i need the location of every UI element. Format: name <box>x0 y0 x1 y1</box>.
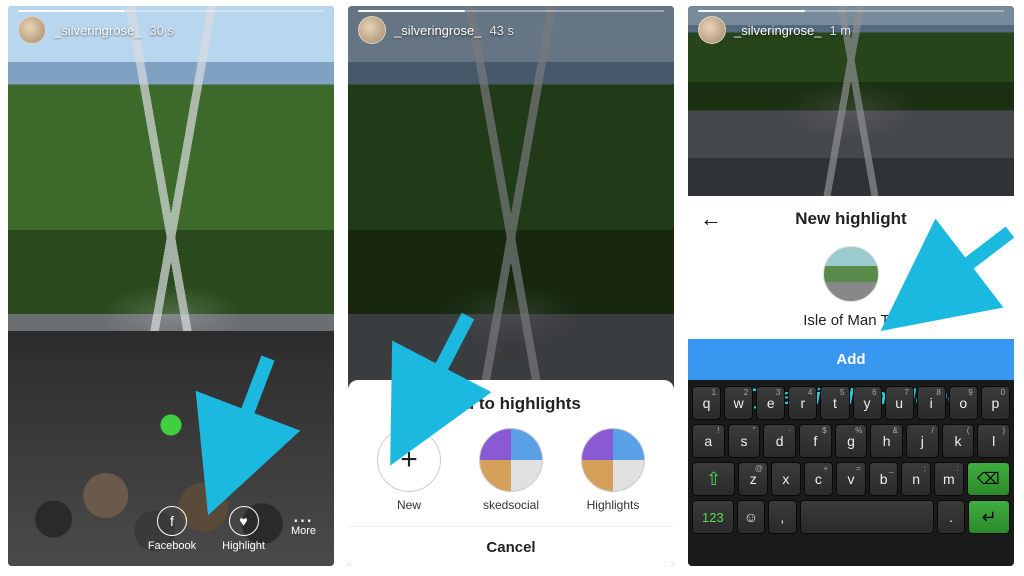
highlight-label: Highlight <box>222 540 265 552</box>
facebook-icon: f <box>157 506 187 536</box>
key-i[interactable]: i8 <box>917 386 946 420</box>
username[interactable]: _silveringrose_ <box>54 23 141 38</box>
add-button[interactable]: Add <box>688 339 1014 380</box>
highlights-sheet: Add to highlights + New skedsocial Highl… <box>348 380 674 566</box>
avatar[interactable] <box>358 16 386 44</box>
more-label: More <box>291 525 316 537</box>
key-o[interactable]: o9 <box>949 386 978 420</box>
highlight-skedsocial[interactable]: skedsocial <box>479 428 543 512</box>
highlight-highlights[interactable]: Highlights <box>581 428 645 512</box>
key-p[interactable]: p0 <box>981 386 1010 420</box>
key-w[interactable]: w2 <box>724 386 753 420</box>
avatar[interactable] <box>698 16 726 44</box>
avatar[interactable] <box>18 16 46 44</box>
key-backspace[interactable]: ⌫ <box>967 462 1010 496</box>
facebook-label: Facebook <box>148 540 196 552</box>
story-header: _silveringrose_ 1 m <box>698 16 1004 44</box>
timestamp: 30 s <box>149 23 174 38</box>
key-enter[interactable]: ↵ <box>968 500 1010 534</box>
key-l[interactable]: l) <box>977 424 1010 458</box>
highlight-name-input[interactable]: Isle of Man TT <box>803 312 899 329</box>
username[interactable]: _silveringrose_ <box>734 23 821 38</box>
key-n[interactable]: n; <box>901 462 931 496</box>
new-highlight-panel: ← New highlight Isle of Man TT Add Type … <box>688 196 1014 566</box>
key-h[interactable]: h& <box>870 424 903 458</box>
key-c[interactable]: c+ <box>804 462 834 496</box>
key-g[interactable]: g% <box>835 424 868 458</box>
key-t[interactable]: t5 <box>820 386 849 420</box>
key-y[interactable]: y6 <box>853 386 882 420</box>
new-highlight-button[interactable]: + New <box>377 428 441 512</box>
highlight-label: Highlights <box>587 498 640 512</box>
progress-bar <box>358 10 664 12</box>
cancel-button[interactable]: Cancel <box>348 526 674 556</box>
key-d[interactable]: d· <box>763 424 796 458</box>
highlight-cover <box>581 428 645 492</box>
sheet-title: Add to highlights <box>348 394 674 414</box>
highlight-cover[interactable] <box>823 246 879 302</box>
facebook-button[interactable]: f Facebook <box>148 506 196 552</box>
cover-section: Isle of Man TT <box>688 242 1014 339</box>
screen-add-to-highlights: _silveringrose_ 43 s Add to highlights +… <box>348 6 674 566</box>
timestamp: 43 s <box>489 23 514 38</box>
keyboard: Type Highlight Name q1w2e3r4t5y6u7i8o9p0… <box>688 380 1014 566</box>
screen-story-view: _silveringrose_ 30 s f Facebook ♥ Highli… <box>8 6 334 566</box>
heart-icon: ♥ <box>229 506 259 536</box>
key-m[interactable]: m: <box>934 462 964 496</box>
screen-new-highlight: _silveringrose_ 1 m ← New highlight Isle… <box>688 6 1014 566</box>
key-b[interactable]: b_ <box>869 462 899 496</box>
highlight-label: skedsocial <box>483 498 539 512</box>
new-label: New <box>397 498 421 512</box>
key-a[interactable]: a! <box>692 424 725 458</box>
story-preview: _silveringrose_ 1 m <box>688 6 1014 196</box>
plus-icon: + <box>377 428 441 492</box>
key-comma[interactable]: , <box>768 500 796 534</box>
key-x[interactable]: x <box>771 462 801 496</box>
username[interactable]: _silveringrose_ <box>394 23 481 38</box>
key-numeric[interactable]: 123 <box>692 500 734 534</box>
panel-title: New highlight <box>724 209 978 229</box>
key-j[interactable]: j/ <box>906 424 939 458</box>
highlight-button[interactable]: ♥ Highlight <box>222 506 265 552</box>
kbd-row-1: q1w2e3r4t5y6u7i8o9p0 <box>692 386 1010 420</box>
story-header: _silveringrose_ 43 s <box>358 16 664 44</box>
key-e[interactable]: e3 <box>756 386 785 420</box>
key-r[interactable]: r4 <box>788 386 817 420</box>
key-u[interactable]: u7 <box>885 386 914 420</box>
highlight-cover <box>479 428 543 492</box>
kbd-row-3: ⇧z@xc+v=b_n;m:⌫ <box>692 462 1010 496</box>
key-q[interactable]: q1 <box>692 386 721 420</box>
key-s[interactable]: s" <box>728 424 761 458</box>
highlights-row: + New skedsocial Highlights <box>348 428 674 526</box>
kbd-row-2: a!s"d·f$g%h&j/k(l) <box>692 424 1010 458</box>
story-header: _silveringrose_ 30 s <box>18 16 324 44</box>
story-actions: f Facebook ♥ Highlight ⋯ More <box>8 506 334 552</box>
key-shift[interactable]: ⇧ <box>692 462 735 496</box>
key-f[interactable]: f$ <box>799 424 832 458</box>
key-period[interactable]: . <box>937 500 965 534</box>
back-button[interactable]: ← <box>700 206 724 232</box>
key-v[interactable]: v= <box>836 462 866 496</box>
progress-bar <box>18 10 324 12</box>
key-k[interactable]: k( <box>942 424 975 458</box>
more-button[interactable]: ⋯ More <box>291 521 316 537</box>
key-space[interactable] <box>800 500 934 534</box>
key-z[interactable]: z@ <box>738 462 768 496</box>
panel-header: ← New highlight <box>688 196 1014 242</box>
timestamp: 1 m <box>829 23 851 38</box>
key-emoji[interactable]: ☺ <box>737 500 765 534</box>
kbd-row-4: 123☺,.↵ <box>692 500 1010 534</box>
progress-bar <box>698 10 1004 12</box>
